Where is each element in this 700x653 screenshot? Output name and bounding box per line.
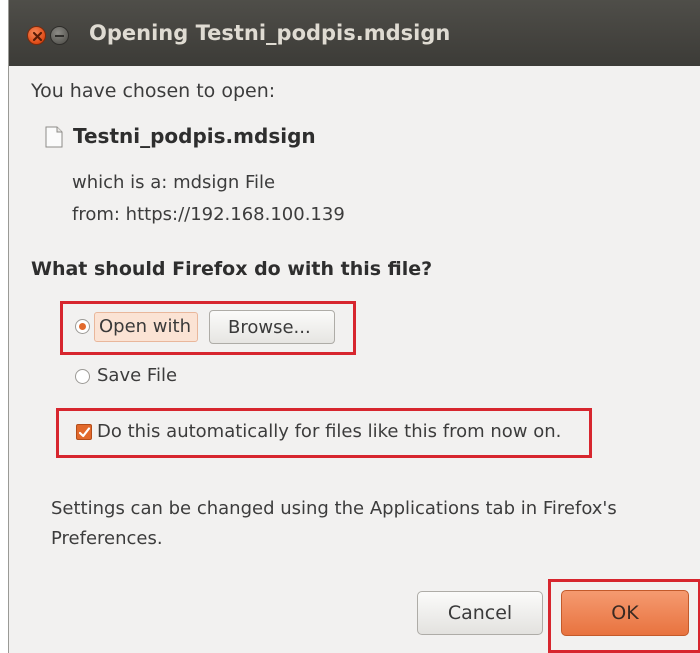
settings-line-2: Preferences.: [51, 528, 163, 549]
auto-label[interactable]: Do this automatically for files like thi…: [97, 421, 561, 442]
browse-button[interactable]: Browse...: [209, 310, 335, 344]
close-icon[interactable]: [27, 26, 46, 45]
action-question: What should Firefox do with this file?: [31, 258, 433, 280]
ok-label: OK: [611, 602, 639, 624]
file-name: Testni_podpis.mdsign: [73, 124, 316, 148]
save-file-radio[interactable]: [75, 369, 90, 384]
open-with-option[interactable]: Open with: [94, 312, 198, 342]
file-type-text: which is a: mdsign File: [72, 172, 276, 193]
file-icon: [45, 126, 63, 152]
settings-note: Settings can be changed using the Applic…: [51, 494, 651, 554]
checkmark-icon: [78, 427, 91, 438]
browse-label: Browse...: [228, 317, 311, 338]
chosen-to-open-text: You have chosen to open:: [31, 80, 276, 102]
save-file-label[interactable]: Save File: [97, 365, 177, 386]
download-dialog: Opening Testni_podpis.mdsign You have ch…: [8, 0, 700, 653]
cancel-button[interactable]: Cancel: [417, 591, 543, 635]
window-title: Opening Testni_podpis.mdsign: [89, 21, 451, 45]
dialog-content: You have chosen to open: Testni_podpis.m…: [9, 66, 700, 653]
open-with-label: Open with: [99, 316, 191, 337]
minimize-icon[interactable]: [50, 26, 69, 45]
title-bar: Opening Testni_podpis.mdsign: [9, 0, 700, 66]
ok-button[interactable]: OK: [561, 590, 689, 636]
auto-checkbox[interactable]: [76, 424, 92, 440]
settings-line-1: Settings can be changed using the Applic…: [51, 498, 617, 519]
cancel-label: Cancel: [447, 602, 513, 624]
file-source-text: from: https://192.168.100.139: [72, 204, 345, 225]
open-with-radio[interactable]: [75, 319, 90, 334]
